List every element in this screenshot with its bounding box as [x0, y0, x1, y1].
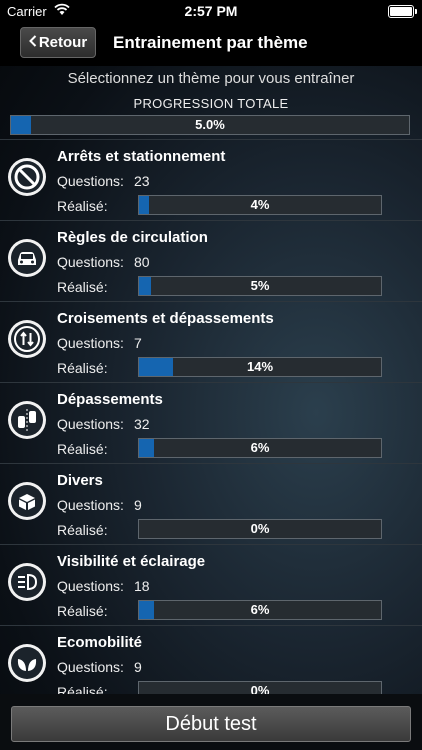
done-label: Réalisé: [57, 684, 108, 694]
back-button[interactable]: Retour [20, 27, 96, 58]
questions-label: Questions: [57, 173, 124, 189]
done-label: Réalisé: [57, 360, 108, 376]
theme-progress-value: 14% [246, 359, 274, 374]
theme-progress-bar: 6% [138, 600, 382, 620]
questions-label: Questions: [57, 578, 124, 594]
theme-title: Règles de circulation [57, 229, 208, 246]
total-progress-value: 5.0% [195, 117, 225, 132]
navigation-bar: Retour Entrainement par thème [0, 22, 422, 66]
theme-title: Visibilité et éclairage [57, 553, 206, 570]
questions-count: 9 [134, 659, 142, 675]
theme-row-croisements[interactable]: Croisements et dépassements Questions: 7… [0, 301, 422, 383]
no-entry-icon [8, 158, 46, 196]
theme-row-regles[interactable]: Règles de circulation Questions: 80 Réal… [0, 220, 422, 302]
footer: Début test [0, 694, 422, 750]
box-icon [8, 482, 46, 520]
done-label: Réalisé: [57, 603, 108, 619]
questions-label: Questions: [57, 254, 124, 270]
theme-progress-bar: 4% [138, 195, 382, 215]
theme-title: Dépassements [57, 391, 163, 408]
chevron-left-icon [28, 34, 37, 51]
two-way-arrows-icon [8, 320, 46, 358]
theme-title: Arrêts et stationnement [57, 148, 226, 165]
theme-progress-bar: 14% [138, 357, 382, 377]
theme-progress-bar: 0% [138, 681, 382, 694]
start-test-button[interactable]: Début test [11, 706, 411, 742]
back-button-label: Retour [38, 34, 88, 51]
done-label: Réalisé: [57, 198, 108, 214]
page-title: Entrainement par thème [113, 33, 308, 52]
theme-progress-bar: 5% [138, 276, 382, 296]
theme-row-depassements[interactable]: Dépassements Questions: 32 Réalisé: 6% [0, 382, 422, 464]
status-bar: Carrier 2:57 PM [0, 0, 422, 22]
total-progress-bar: 5.0% [10, 115, 410, 135]
theme-progress-bar: 6% [138, 438, 382, 458]
theme-title: Divers [57, 472, 103, 489]
theme-progress-value: 4% [250, 197, 270, 212]
questions-count: 9 [134, 497, 142, 513]
questions-count: 23 [134, 173, 150, 189]
questions-count: 7 [134, 335, 142, 351]
done-label: Réalisé: [57, 441, 108, 457]
overtaking-icon [8, 401, 46, 439]
theme-progress-value: 0% [250, 683, 270, 694]
theme-progress-value: 0% [250, 521, 270, 536]
theme-progress-value: 5% [250, 278, 270, 293]
leaf-icon [8, 644, 46, 682]
questions-label: Questions: [57, 497, 124, 513]
questions-label: Questions: [57, 335, 124, 351]
done-label: Réalisé: [57, 279, 108, 295]
instruction-text: Sélectionnez un thème pour vous entraîne… [67, 70, 355, 87]
questions-label: Questions: [57, 416, 124, 432]
theme-row-arrets[interactable]: Arrêts et stationnement Questions: 23 Ré… [0, 139, 422, 221]
theme-row-visibilite[interactable]: Visibilité et éclairage Questions: 18 Ré… [0, 544, 422, 626]
theme-progress-bar: 0% [138, 519, 382, 539]
theme-row-divers[interactable]: Divers Questions: 9 Réalisé: 0% [0, 463, 422, 545]
theme-progress-value: 6% [250, 602, 270, 617]
theme-row-ecomobilite[interactable]: Ecomobilité Questions: 9 Réalisé: 0% [0, 625, 422, 694]
total-progress-label: PROGRESSION TOTALE [133, 96, 289, 111]
theme-list: Arrêts et stationnement Questions: 23 Ré… [0, 139, 422, 694]
car-icon [8, 239, 46, 277]
battery-icon [388, 5, 417, 18]
headlight-icon [8, 563, 46, 601]
questions-count: 32 [134, 416, 150, 432]
theme-progress-value: 6% [250, 440, 270, 455]
done-label: Réalisé: [57, 522, 108, 538]
theme-title: Croisements et dépassements [57, 310, 274, 327]
theme-title: Ecomobilité [57, 634, 143, 651]
questions-count: 80 [134, 254, 150, 270]
questions-label: Questions: [57, 659, 124, 675]
questions-count: 18 [134, 578, 150, 594]
status-time: 2:57 PM [184, 3, 238, 19]
